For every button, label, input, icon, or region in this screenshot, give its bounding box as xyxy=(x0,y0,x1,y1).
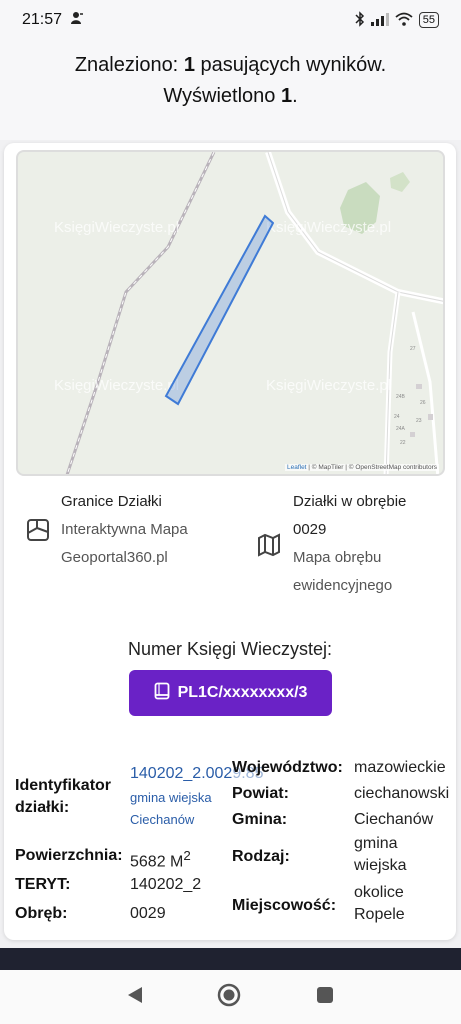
wifi-icon xyxy=(395,12,413,29)
railway-line xyxy=(65,152,216,474)
result-shown-count: 1 xyxy=(280,85,293,107)
bottom-app-bar xyxy=(0,948,461,970)
precinct-value: 0029 xyxy=(130,905,166,922)
commune-label: Gmina: xyxy=(232,811,288,828)
result-summary: Znaleziono: 1 pasujących wyników. Wyświe… xyxy=(0,40,461,140)
system-nav-bar xyxy=(0,970,461,1024)
result-found-suffix: pasujących wyników. xyxy=(194,54,387,76)
interactive-map-link[interactable]: Interaktywna Mapa xyxy=(61,516,188,544)
precinct-parcels-title: Działki w obrębie xyxy=(293,493,407,510)
status-time: 21:57 xyxy=(22,11,63,28)
parcel-boundaries-block: Granice Działki Interaktywna Mapa Geopor… xyxy=(61,488,188,572)
book-icon xyxy=(154,682,170,705)
identifier-label: Identyfikator działki: xyxy=(15,777,112,816)
house-number: 24 xyxy=(394,414,400,420)
parcel-boundaries-title: Granice Działki xyxy=(61,493,162,510)
precinct-map-link[interactable]: Mapa obrębu xyxy=(293,544,406,572)
locality-value: okolice Ropele xyxy=(354,884,405,923)
teryt-label: TERYT: xyxy=(15,876,71,893)
parcel-polygon[interactable] xyxy=(164,214,275,406)
result-shown-suffix: . xyxy=(292,85,298,107)
county-label: Powiat: xyxy=(232,785,289,802)
building xyxy=(416,384,422,389)
map-watermark: KsięgiWieczyste.pl xyxy=(54,219,179,236)
precinct-map-link-2[interactable]: ewidencyjnego xyxy=(293,572,406,600)
road-minor xyxy=(411,311,440,474)
house-number: 27 xyxy=(410,346,416,352)
back-triangle-icon[interactable] xyxy=(127,986,143,1009)
area-label: Powierzchnia: xyxy=(15,847,123,864)
locality-label: Miejscowość: xyxy=(232,897,337,914)
precinct-parcels-block: Działki w obrębie 0029 Mapa obrębu ewide… xyxy=(293,488,406,600)
map-canvas[interactable]: KsięgiWieczyste.pl KsięgiWieczyste.pl Ks… xyxy=(18,152,445,476)
teryt-value: 140202_2 xyxy=(130,876,202,893)
person-icon xyxy=(70,11,84,30)
type-value: gmina wiejska xyxy=(354,835,407,874)
parcel-municipality[interactable]: gmina wiejska Ciechanów xyxy=(130,787,212,831)
battery-icon: 55 xyxy=(418,12,439,28)
map-watermark: KsięgiWieczyste.pl xyxy=(266,219,391,236)
voivodeship-value: mazowieckie xyxy=(354,759,446,776)
area-value: 5682 M2 xyxy=(130,848,191,871)
recents-square-icon[interactable] xyxy=(316,986,334,1009)
precinct-number: 0029 xyxy=(293,521,327,538)
county-value: ciechanowski xyxy=(354,785,450,802)
leaflet-link[interactable]: Leaflet xyxy=(287,464,307,471)
result-found-text: Znaleziono: xyxy=(74,54,184,76)
building xyxy=(428,414,433,420)
parcel-result-card: KsięgiWieczyste.pl KsięgiWieczyste.pl Ks… xyxy=(4,143,456,940)
house-number: 23 xyxy=(416,418,422,424)
land-register-number: PL1C/xxxxxxxx/3 xyxy=(177,684,308,701)
parcel-map[interactable]: KsięgiWieczyste.pl KsięgiWieczyste.pl Ks… xyxy=(16,150,445,476)
building xyxy=(410,432,415,437)
bluetooth-icon xyxy=(355,10,365,30)
result-shown-text: Wyświetlono xyxy=(163,85,281,107)
attribution-text: | © MapTiler | © OpenStreetMap contribut… xyxy=(306,464,437,471)
signal-icon xyxy=(370,12,389,29)
house-number: 24A xyxy=(396,426,406,432)
result-found-count: 1 xyxy=(183,54,195,76)
forest-area-small xyxy=(390,172,410,192)
voivodeship-label: Województwo: xyxy=(232,757,343,779)
land-register-button[interactable]: PL1C/xxxxxxxx/3 xyxy=(129,670,332,716)
map-watermark: KsięgiWieczyste.pl xyxy=(266,377,391,394)
map-boundary-icon xyxy=(26,518,52,544)
house-number: 24B xyxy=(396,394,406,400)
precinct-label: Obręb: xyxy=(15,905,68,922)
map-watermark: KsięgiWieczyste.pl xyxy=(54,377,179,394)
status-bar: 21:57 55 xyxy=(0,0,461,40)
type-label: Rodzaj: xyxy=(232,848,290,865)
map-attribution: Leaflet | © MapTiler | © OpenStreetMap c… xyxy=(284,464,439,471)
geoportal-link[interactable]: Geoportal360.pl xyxy=(61,544,188,572)
land-register-label: Numer Księgi Wieczystej: xyxy=(127,639,333,659)
home-circle-icon[interactable] xyxy=(217,983,241,1012)
house-number: 22 xyxy=(400,440,406,446)
folded-map-icon xyxy=(257,533,283,559)
house-number: 26 xyxy=(420,400,426,406)
commune-value: Ciechanów xyxy=(354,811,434,828)
